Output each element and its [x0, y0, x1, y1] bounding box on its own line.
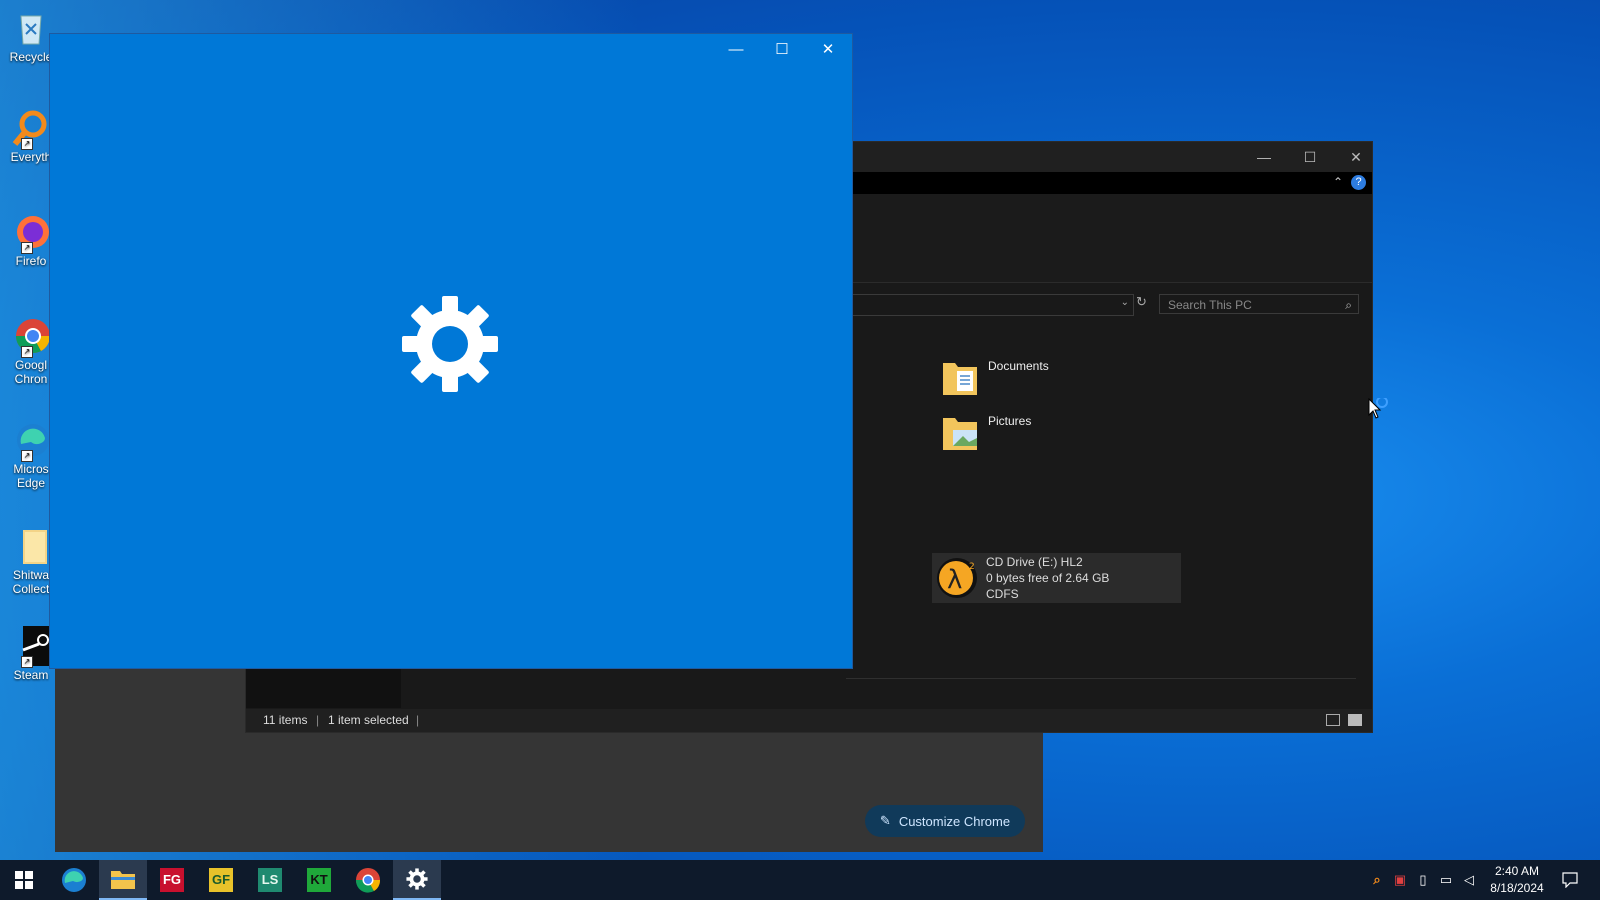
taskbar: FG GF LS KT ⌕ ▣ ▯ ▭ ◁ 2:40 AM 8/18/2024 [0, 860, 1600, 900]
status-separator: | [316, 713, 320, 727]
folder-label: Pictures [988, 414, 1032, 428]
steam-icon: ↗ [11, 626, 53, 668]
desktop-icon-label: Googl Chron [14, 358, 48, 386]
settings-window: — ☐ ✕ [49, 33, 853, 669]
drive-filesystem: CDFS [986, 587, 1019, 601]
volume-muted-icon[interactable]: ◁ [1458, 860, 1480, 900]
close-button[interactable]: ✕ [805, 34, 851, 66]
taskbar-fg-button[interactable]: FG [148, 860, 196, 900]
section-divider [846, 678, 1356, 679]
svg-text:2: 2 [969, 562, 975, 572]
chrome-icon [355, 868, 381, 893]
shortcut-arrow-icon: ↗ [21, 346, 33, 358]
tray-security-icon[interactable]: ▣ [1389, 860, 1411, 900]
folder-icon [11, 526, 51, 566]
shortcut-arrow-icon: ↗ [21, 656, 33, 668]
large-icons-view-icon[interactable] [1348, 714, 1362, 726]
clock-time: 2:40 AM [1494, 864, 1540, 878]
gf-app-icon: GF [209, 868, 233, 892]
ls-app-icon: LS [258, 868, 282, 892]
taskbar-clock[interactable]: 2:40 AM 8/18/2024 [1482, 863, 1552, 897]
drive-name: CD Drive (E:) HL2 [986, 555, 1083, 569]
pencil-icon: ✎ [879, 813, 891, 828]
maximize-button[interactable]: ☐ [1287, 142, 1333, 172]
action-center-icon[interactable] [1555, 860, 1585, 900]
desktop-icon-label: Micros Edge [13, 462, 49, 490]
search-input[interactable]: Search This PC ⌕ [1159, 294, 1359, 314]
start-button[interactable] [0, 860, 48, 900]
taskbar-chrome-button[interactable] [344, 860, 392, 900]
half-life-2-icon: λ2 [936, 557, 978, 599]
tray-usb-icon[interactable]: ▯ [1412, 860, 1434, 900]
fg-app-icon: FG [160, 868, 184, 892]
taskbar-edge-button[interactable] [50, 860, 98, 900]
search-placeholder: Search This PC [1168, 298, 1252, 312]
edge-icon: ↗ [11, 420, 51, 462]
network-icon[interactable]: ▭ [1435, 860, 1457, 900]
clock-date: 8/18/2024 [1490, 881, 1544, 895]
customize-chrome-label: Customize Chrome [898, 813, 1011, 829]
help-icon[interactable]: ? [1351, 175, 1366, 190]
folder-label: Documents [988, 359, 1049, 373]
settings-gear-icon [406, 868, 428, 890]
minimize-button[interactable]: — [1241, 142, 1287, 172]
gear-icon [400, 294, 500, 394]
details-view-icon[interactable] [1326, 714, 1340, 726]
pictures-folder-icon [941, 412, 979, 452]
search-icon[interactable]: ⌕ [1345, 295, 1352, 315]
status-bar: 11 items | 1 item selected | [246, 709, 1372, 732]
taskbar-ls-button[interactable]: LS [246, 860, 294, 900]
customize-chrome-button[interactable]: ✎ Customize Chrome [865, 805, 1025, 837]
address-bar[interactable]: ⌄ [846, 294, 1134, 316]
chevron-down-icon[interactable]: ⌄ [1121, 297, 1129, 308]
drive-space: 0 bytes free of 2.64 GB [986, 571, 1110, 585]
drive-cd-e[interactable]: λ2 CD Drive (E:) HL2 0 bytes free of 2.6… [932, 553, 1181, 603]
status-selected-count: 1 item selected [328, 713, 409, 727]
desktop-icon-label: Everyth [10, 150, 52, 164]
shortcut-arrow-icon: ↗ [21, 242, 33, 254]
mouse-cursor [1368, 396, 1392, 427]
everything-search-icon: ↗ [11, 108, 51, 150]
minimize-button[interactable]: — [713, 34, 759, 66]
taskbar-kt-button[interactable]: KT [295, 860, 343, 900]
status-separator: | [416, 713, 420, 727]
taskbar-settings-button[interactable] [393, 860, 441, 900]
status-item-count: 11 items [263, 713, 308, 727]
taskbar-file-explorer-button[interactable] [99, 860, 147, 900]
kt-app-icon: KT [307, 868, 331, 892]
collapse-ribbon-icon[interactable]: ⌃ [1333, 175, 1343, 189]
taskbar-gf-button[interactable]: GF [197, 860, 245, 900]
shortcut-arrow-icon: ↗ [21, 450, 33, 462]
desktop-icon-label: Shitwa Collect [12, 568, 50, 596]
desktop-icon-label: Recycle [9, 50, 53, 64]
windows-logo-icon [15, 871, 33, 889]
maximize-button[interactable]: ☐ [759, 34, 805, 66]
desktop-icon-label: Firefo [15, 254, 47, 268]
shortcut-arrow-icon: ↗ [21, 138, 33, 150]
refresh-icon[interactable]: ↻ [1136, 294, 1147, 310]
firefox-icon: ↗ [11, 212, 51, 254]
close-button[interactable]: ✕ [1333, 142, 1379, 172]
documents-folder-icon [941, 357, 979, 397]
svg-text:λ: λ [947, 565, 962, 595]
recycle-bin-icon [11, 8, 51, 48]
desktop-icon-label: Steam [13, 668, 49, 682]
edge-icon [62, 868, 86, 892]
file-explorer-icon [111, 871, 135, 889]
tray-everything-icon[interactable]: ⌕ [1366, 860, 1388, 900]
chrome-icon: ↗ [11, 316, 51, 358]
